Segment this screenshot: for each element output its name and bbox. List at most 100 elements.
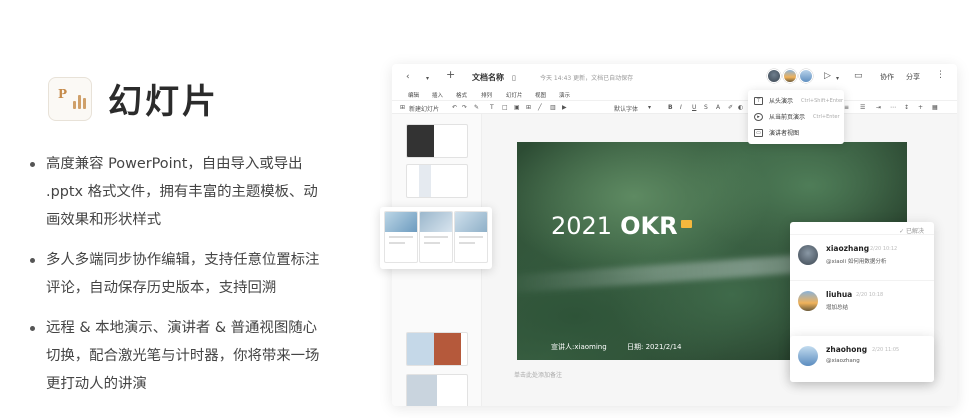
underline-icon[interactable]: U bbox=[692, 104, 696, 111]
align-icon[interactable]: ≡ bbox=[844, 104, 849, 111]
collaborate-button[interactable]: 协作 bbox=[880, 72, 894, 82]
zoom-in-icon[interactable]: + bbox=[918, 104, 923, 111]
thumbnail-card bbox=[454, 211, 488, 263]
video-call-icon[interactable]: ▭ bbox=[854, 71, 863, 81]
feature-item-compatibility: 高度兼容 PowerPoint，自由导入或导出 .pptx 格式文件，拥有丰富的… bbox=[26, 150, 326, 234]
feature-list: 高度兼容 PowerPoint，自由导入或导出 .pptx 格式文件，拥有丰富的… bbox=[26, 150, 326, 410]
menu-item-present[interactable]: 演示 bbox=[559, 91, 570, 99]
thumbnail-card bbox=[419, 211, 453, 263]
presenter-view-item[interactable]: ▭ 演讲者视图 bbox=[754, 128, 799, 137]
slide-thumbnail[interactable] bbox=[406, 124, 468, 158]
speaker-notes-placeholder[interactable]: 单击此处添加备注 bbox=[514, 370, 562, 379]
shape-icon[interactable]: □ bbox=[502, 104, 508, 111]
feature-item-collaboration: 多人多端同步协作编辑，支持任意位置标注评论，自动保存历史版本，支持回溯 bbox=[26, 246, 326, 302]
font-color-icon[interactable]: A bbox=[716, 104, 720, 111]
avatar bbox=[798, 291, 818, 311]
list-icon[interactable]: ☰ bbox=[860, 104, 865, 111]
comment-author: zhaohong bbox=[826, 345, 868, 354]
comment-time: 2/20 10:18 bbox=[856, 292, 884, 298]
comment-marker-icon[interactable] bbox=[681, 220, 692, 228]
save-status: 今天 14:43 更新，文档已自动保存 bbox=[540, 75, 634, 82]
shadow-icon[interactable]: ◐ bbox=[738, 104, 743, 111]
comment-author: xiaozhang bbox=[826, 244, 870, 253]
comment-author: liuhua bbox=[826, 290, 853, 299]
chart-bar-decoration bbox=[83, 97, 86, 109]
format-painter-icon[interactable]: ✎ bbox=[474, 104, 479, 111]
menu-item-label: 演讲者视图 bbox=[769, 130, 800, 137]
menu-item-format[interactable]: 格式 bbox=[456, 91, 467, 99]
menu-item-insert[interactable]: 插入 bbox=[432, 91, 443, 99]
table-icon[interactable]: ⊞ bbox=[526, 104, 531, 111]
bold-icon[interactable]: B bbox=[668, 104, 673, 111]
slide-title-bold: OKR bbox=[620, 212, 678, 240]
menu-item-arrange[interactable]: 排列 bbox=[481, 91, 492, 99]
menu-item-label: 从当前页演示 bbox=[769, 114, 806, 121]
font-family-select[interactable]: 默认字体 bbox=[614, 104, 638, 113]
textbox-icon[interactable]: T bbox=[490, 104, 494, 111]
collaborator-avatar[interactable] bbox=[799, 69, 813, 83]
redo-icon[interactable]: ↷ bbox=[462, 104, 467, 111]
slide-thumbnail[interactable] bbox=[406, 374, 468, 406]
slide-date[interactable]: 日期: 2021/2/14 bbox=[627, 342, 681, 352]
comment-time: 2/20 11:05 bbox=[872, 347, 900, 353]
back-arrow-icon[interactable]: ‹ bbox=[406, 72, 410, 82]
chevron-down-icon[interactable]: ▾ bbox=[836, 74, 839, 84]
menu-item-label: 从头演示 bbox=[769, 98, 794, 105]
slide-title[interactable]: 2021 OKR bbox=[551, 212, 678, 240]
chart-icon[interactable]: ▥ bbox=[550, 104, 556, 111]
line-icon[interactable]: ╱ bbox=[538, 104, 542, 111]
presentation-app-icon: P bbox=[48, 76, 92, 121]
line-spacing-icon[interactable]: ↕ bbox=[904, 104, 909, 111]
strikethrough-icon[interactable]: S bbox=[704, 104, 708, 111]
dragged-slide-thumbnail[interactable] bbox=[380, 207, 492, 269]
comment-item[interactable]: xiaozhang 2/20 10:12 @xiaoli 如何用数据分析 bbox=[790, 234, 934, 280]
new-slide-button[interactable]: 新建幻灯片 bbox=[409, 104, 439, 113]
menu-item-slide[interactable]: 幻灯片 bbox=[506, 91, 523, 99]
slide-speaker[interactable]: 宣讲人:xiaoming bbox=[551, 342, 607, 352]
chevron-down-icon[interactable]: ▾ bbox=[426, 74, 429, 84]
present-from-current-item[interactable]: ▸ 从当前页演示 Ctrl+Enter bbox=[754, 112, 840, 121]
comment-text: @xiaozhang bbox=[826, 358, 860, 364]
highlight-icon[interactable]: ✐ bbox=[728, 104, 733, 111]
feature-item-presentation: 远程 & 本地演示、演讲者 & 普通视图随心切换，配合激光笔与计时器，你将带来一… bbox=[26, 314, 326, 398]
font-size-select-icon[interactable]: ▾ bbox=[648, 104, 651, 111]
document-title[interactable]: 文档名称 bbox=[472, 72, 504, 83]
collaborator-avatar[interactable] bbox=[783, 69, 797, 83]
shortcut-label: Ctrl+Enter bbox=[813, 113, 840, 120]
play-circle-icon: ▸ bbox=[754, 112, 763, 121]
comment-time: 2/20 10:12 bbox=[870, 246, 898, 252]
comment-text: @xiaoli 如何用数据分析 bbox=[826, 259, 887, 265]
thumbnail-card bbox=[384, 211, 418, 263]
share-button[interactable]: 分享 bbox=[906, 72, 920, 82]
collaborator-avatar[interactable] bbox=[767, 69, 781, 83]
slide-thumbnail[interactable] bbox=[406, 332, 468, 366]
top-bar: ‹ ▾ + 文档名称 ▯ 今天 14:43 更新，文档已自动保存 ▷ ▾ ▭ 协… bbox=[392, 64, 957, 90]
slide-thumbnail[interactable] bbox=[406, 164, 468, 198]
comment-item[interactable]: liuhua 2/20 10:18 增加总结 bbox=[790, 280, 934, 326]
grid-icon[interactable]: ▦ bbox=[932, 104, 938, 111]
new-slide-icon[interactable]: ⊞ bbox=[400, 104, 405, 111]
add-icon[interactable]: + bbox=[446, 69, 455, 80]
avatar bbox=[798, 245, 818, 265]
product-title: 幻灯片 bbox=[108, 82, 219, 122]
more-options-icon[interactable]: ⋮ bbox=[936, 70, 945, 80]
menu-item-view[interactable]: 视图 bbox=[535, 91, 546, 99]
menu-item-edit[interactable]: 编辑 bbox=[408, 91, 419, 99]
presenter-view-icon: ▭ bbox=[754, 128, 763, 137]
italic-icon[interactable]: I bbox=[680, 104, 682, 111]
play-icon[interactable]: ▷ bbox=[824, 71, 831, 81]
undo-icon[interactable]: ↶ bbox=[452, 104, 457, 111]
present-from-start-icon: ⊤ bbox=[754, 96, 763, 105]
presentation-app-icon-letter: P bbox=[58, 86, 68, 101]
bookmark-icon[interactable]: ▯ bbox=[512, 73, 516, 83]
image-icon[interactable]: ▣ bbox=[514, 104, 520, 111]
indent-icon[interactable]: ⇥ bbox=[876, 104, 881, 111]
present-from-start-item[interactable]: ⊤ 从头演示 Ctrl+Shift+Enter bbox=[754, 96, 843, 105]
formatting-toolbar: ⊞ 新建幻灯片 ↶ ↷ ✎ T □ ▣ ⊞ ╱ ▥ ▶ 默认字体 ▾ B I U… bbox=[392, 100, 957, 114]
comment-item[interactable]: zhaohong 2/20 11:05 @xiaozhang bbox=[790, 336, 934, 382]
shortcut-label: Ctrl+Shift+Enter bbox=[801, 97, 844, 104]
product-brand: P 幻灯片 bbox=[48, 74, 219, 123]
slide-title-year: 2021 bbox=[551, 212, 613, 240]
more-tools-icon[interactable]: ⋯ bbox=[890, 104, 896, 111]
video-icon[interactable]: ▶ bbox=[562, 104, 567, 111]
